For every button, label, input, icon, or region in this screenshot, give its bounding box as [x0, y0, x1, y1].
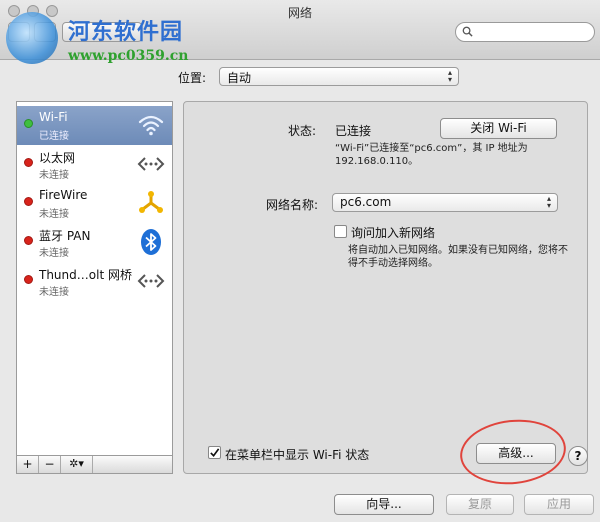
status-dot — [24, 236, 33, 245]
service-name: 以太网 — [39, 151, 76, 165]
service-list-toolbar: + − ✲▾ — [16, 456, 173, 474]
network-preferences-window: 网络 河东软件园 www.pc0359.cn 位置: 自动 ▴ ▾ Wi-Fi 已… — [0, 0, 600, 522]
service-name: Wi-Fi — [39, 110, 68, 124]
bluetooth-icon — [141, 229, 161, 255]
network-name-label: 网络名称: — [266, 198, 319, 212]
status-label: 状态: — [288, 124, 317, 138]
show-in-menubar-label: 在菜单栏中显示 Wi-Fi 状态 — [225, 448, 370, 462]
service-item-thunderbolt-bridge[interactable]: Thund…olt 网桥 未连接 — [17, 262, 172, 301]
search-field[interactable] — [455, 22, 595, 42]
watermark: 河东软件园 www.pc0359.cn — [6, 10, 246, 70]
firewire-icon — [139, 191, 163, 213]
turn-off-wifi-button[interactable]: 关闭 Wi-Fi — [440, 118, 557, 139]
service-status: 未连接 — [39, 209, 69, 220]
service-status: 未连接 — [39, 170, 69, 181]
status-description-line2: 192.168.0.110。 — [335, 156, 419, 167]
service-item-firewire[interactable]: FireWire 未连接 — [17, 184, 172, 223]
watermark-url: www.pc0359.cn — [68, 48, 189, 64]
assist-me-button[interactable]: 向导... — [334, 494, 434, 515]
location-value: 自动 — [227, 71, 252, 85]
select-arrows-icon: ▴ ▾ — [546, 194, 551, 210]
wifi-icon — [138, 115, 164, 136]
help-button[interactable]: ? — [568, 446, 588, 466]
gear-menu-button[interactable]: ✲▾ — [61, 456, 93, 473]
location-select[interactable]: 自动 ▴ ▾ — [219, 67, 459, 86]
status-dot — [24, 119, 33, 128]
thunderbolt-bridge-icon — [137, 274, 165, 288]
show-in-menubar-checkbox[interactable] — [208, 446, 221, 459]
select-arrows-icon: ▴ ▾ — [447, 68, 452, 84]
network-name-value: pc6.com — [340, 195, 392, 209]
service-item-ethernet[interactable]: 以太网 未连接 — [17, 145, 172, 184]
service-item-wifi[interactable]: Wi-Fi 已连接 — [17, 106, 172, 145]
ask-join-description-line1: 将自动加入已知网络。如果没有已知网络，您将不 — [348, 245, 568, 256]
advanced-button[interactable]: 高级... — [476, 443, 556, 464]
status-dot — [24, 275, 33, 284]
remove-service-button[interactable]: − — [39, 456, 61, 473]
service-status: 已连接 — [39, 131, 69, 142]
service-name: 蓝牙 PAN — [39, 229, 91, 243]
service-name: FireWire — [39, 188, 88, 202]
watermark-logo-icon — [6, 12, 58, 64]
location-label: 位置: — [178, 71, 207, 85]
network-name-select[interactable]: pc6.com ▴ ▾ — [332, 193, 558, 212]
service-list: Wi-Fi 已连接 以太网 未连接 FireWire 未连接 蓝牙 PAN 未连… — [16, 101, 173, 456]
status-dot — [24, 197, 33, 206]
add-service-button[interactable]: + — [17, 456, 39, 473]
service-item-bluetooth-pan[interactable]: 蓝牙 PAN 未连接 — [17, 223, 172, 262]
checkmark-icon — [210, 448, 220, 457]
ask-join-label: 询问加入新网络 — [351, 226, 436, 240]
ethernet-icon — [137, 157, 165, 171]
status-value: 已连接 — [335, 124, 372, 138]
status-description-line1: “Wi-Fi”已连接至“pc6.com”，其 IP 地址为 — [335, 143, 528, 154]
service-status: 未连接 — [39, 287, 69, 298]
ask-join-checkbox[interactable] — [334, 225, 347, 238]
watermark-title: 河东软件园 — [68, 19, 184, 45]
service-name: Thund…olt 网桥 — [39, 268, 132, 282]
revert-button[interactable]: 复原 — [446, 494, 514, 515]
apply-button[interactable]: 应用 — [524, 494, 594, 515]
search-icon — [462, 26, 473, 37]
status-dot — [24, 158, 33, 167]
ask-join-description-line2: 得不手动选择网络。 — [348, 258, 438, 269]
service-status: 未连接 — [39, 248, 69, 259]
